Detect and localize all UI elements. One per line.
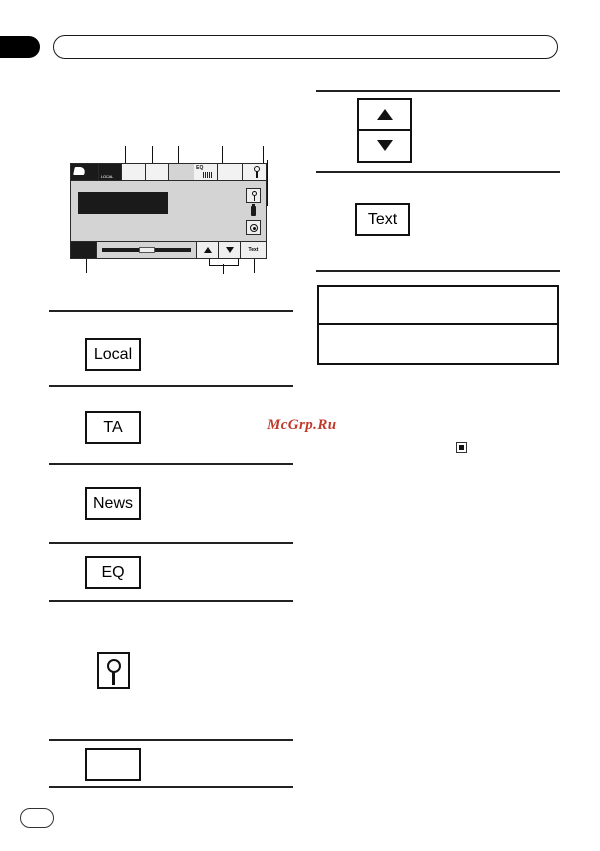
eq-bars-icon [203, 172, 216, 178]
text-button[interactable]: Text [240, 242, 266, 258]
news-key-box[interactable]: News [85, 487, 141, 520]
key-indicator-box[interactable] [97, 652, 130, 689]
page-edge-tab [0, 36, 40, 58]
progress-bar[interactable] [97, 242, 196, 258]
indicator-cell-4 [145, 164, 170, 181]
ta-key-box[interactable]: TA [85, 411, 141, 444]
disc-indicator-cell [71, 164, 99, 181]
header-title-bar [53, 35, 558, 59]
divider-left-2 [49, 385, 293, 388]
triangle-up-icon [203, 247, 212, 253]
key-icon-stem [253, 195, 255, 201]
key-icon-button[interactable] [246, 188, 261, 203]
divider-left-7 [49, 786, 293, 789]
document-page: LOCAL EQ Text Local TA News EQ Text McGr… [0, 0, 600, 851]
battery-icon [251, 204, 256, 216]
head-unit-display-diagram: LOCAL EQ Text [70, 163, 267, 259]
key-icon [106, 659, 121, 673]
disc-icon [73, 167, 86, 175]
triangle-down-icon [376, 140, 393, 152]
page-number-pill [20, 808, 54, 828]
table-row [319, 287, 557, 325]
key-icon-stem [111, 672, 116, 685]
display-indicator-row: LOCAL EQ [71, 164, 267, 181]
divider-left-3 [49, 463, 293, 466]
eq-indicator-cell: EQ [194, 164, 219, 181]
divider-left-1 [49, 310, 293, 313]
progress-thumb[interactable] [138, 247, 155, 253]
triangle-down-icon [225, 247, 234, 253]
square-marker-icon [456, 442, 467, 453]
circle-icon-button[interactable] [246, 220, 261, 235]
circle-icon-dot [252, 226, 256, 230]
square-marker-inner [459, 445, 464, 450]
key-icon [252, 166, 262, 178]
divider-left-5 [49, 600, 293, 603]
news-key-label: News [92, 494, 133, 512]
info-table [317, 285, 559, 365]
text-key-label: Text [367, 210, 398, 228]
callout-line-bottom-1 [86, 257, 88, 273]
mode-button[interactable] [71, 242, 97, 258]
indicator-cell-3 [122, 164, 146, 181]
blank-key-box[interactable] [85, 748, 141, 781]
display-control-row: Text [71, 241, 266, 258]
triangle-up-icon [376, 108, 393, 120]
text-key-box[interactable]: Text [355, 203, 410, 236]
watermark-text: McGrp.Ru [267, 417, 337, 433]
local-key-box[interactable]: Local [85, 338, 141, 371]
divider-right-1 [316, 90, 560, 93]
table-row [319, 325, 557, 363]
divider-left-6 [49, 739, 293, 742]
scroll-down-button[interactable] [218, 242, 240, 258]
indicator-cell-7 [218, 164, 243, 181]
down-key-button[interactable] [359, 131, 410, 162]
indicator-spacer [169, 164, 195, 181]
divider-right-2 [316, 171, 560, 174]
eq-key-label: EQ [101, 563, 125, 581]
display-icon-column [246, 188, 263, 236]
eq-key-box[interactable]: EQ [85, 556, 141, 589]
up-key-button[interactable] [359, 100, 410, 131]
battery-icon-button[interactable] [246, 204, 261, 219]
callout-line-right [267, 160, 269, 206]
callout-line-bottom-stem [223, 264, 225, 274]
main-text-display [78, 192, 168, 214]
ta-key-label: TA [103, 418, 123, 436]
divider-left-4 [49, 542, 293, 545]
local-indicator-cell: LOCAL [99, 164, 123, 181]
divider-right-3 [316, 270, 560, 273]
eq-indicator-label: EQ [196, 165, 204, 171]
key-indicator-cell [242, 164, 267, 181]
callout-line-bottom-text [254, 257, 256, 273]
updown-key-box[interactable] [357, 98, 412, 163]
local-key-label: Local [93, 345, 133, 363]
scroll-up-button[interactable] [196, 242, 218, 258]
local-indicator-label: LOCAL [101, 174, 114, 179]
